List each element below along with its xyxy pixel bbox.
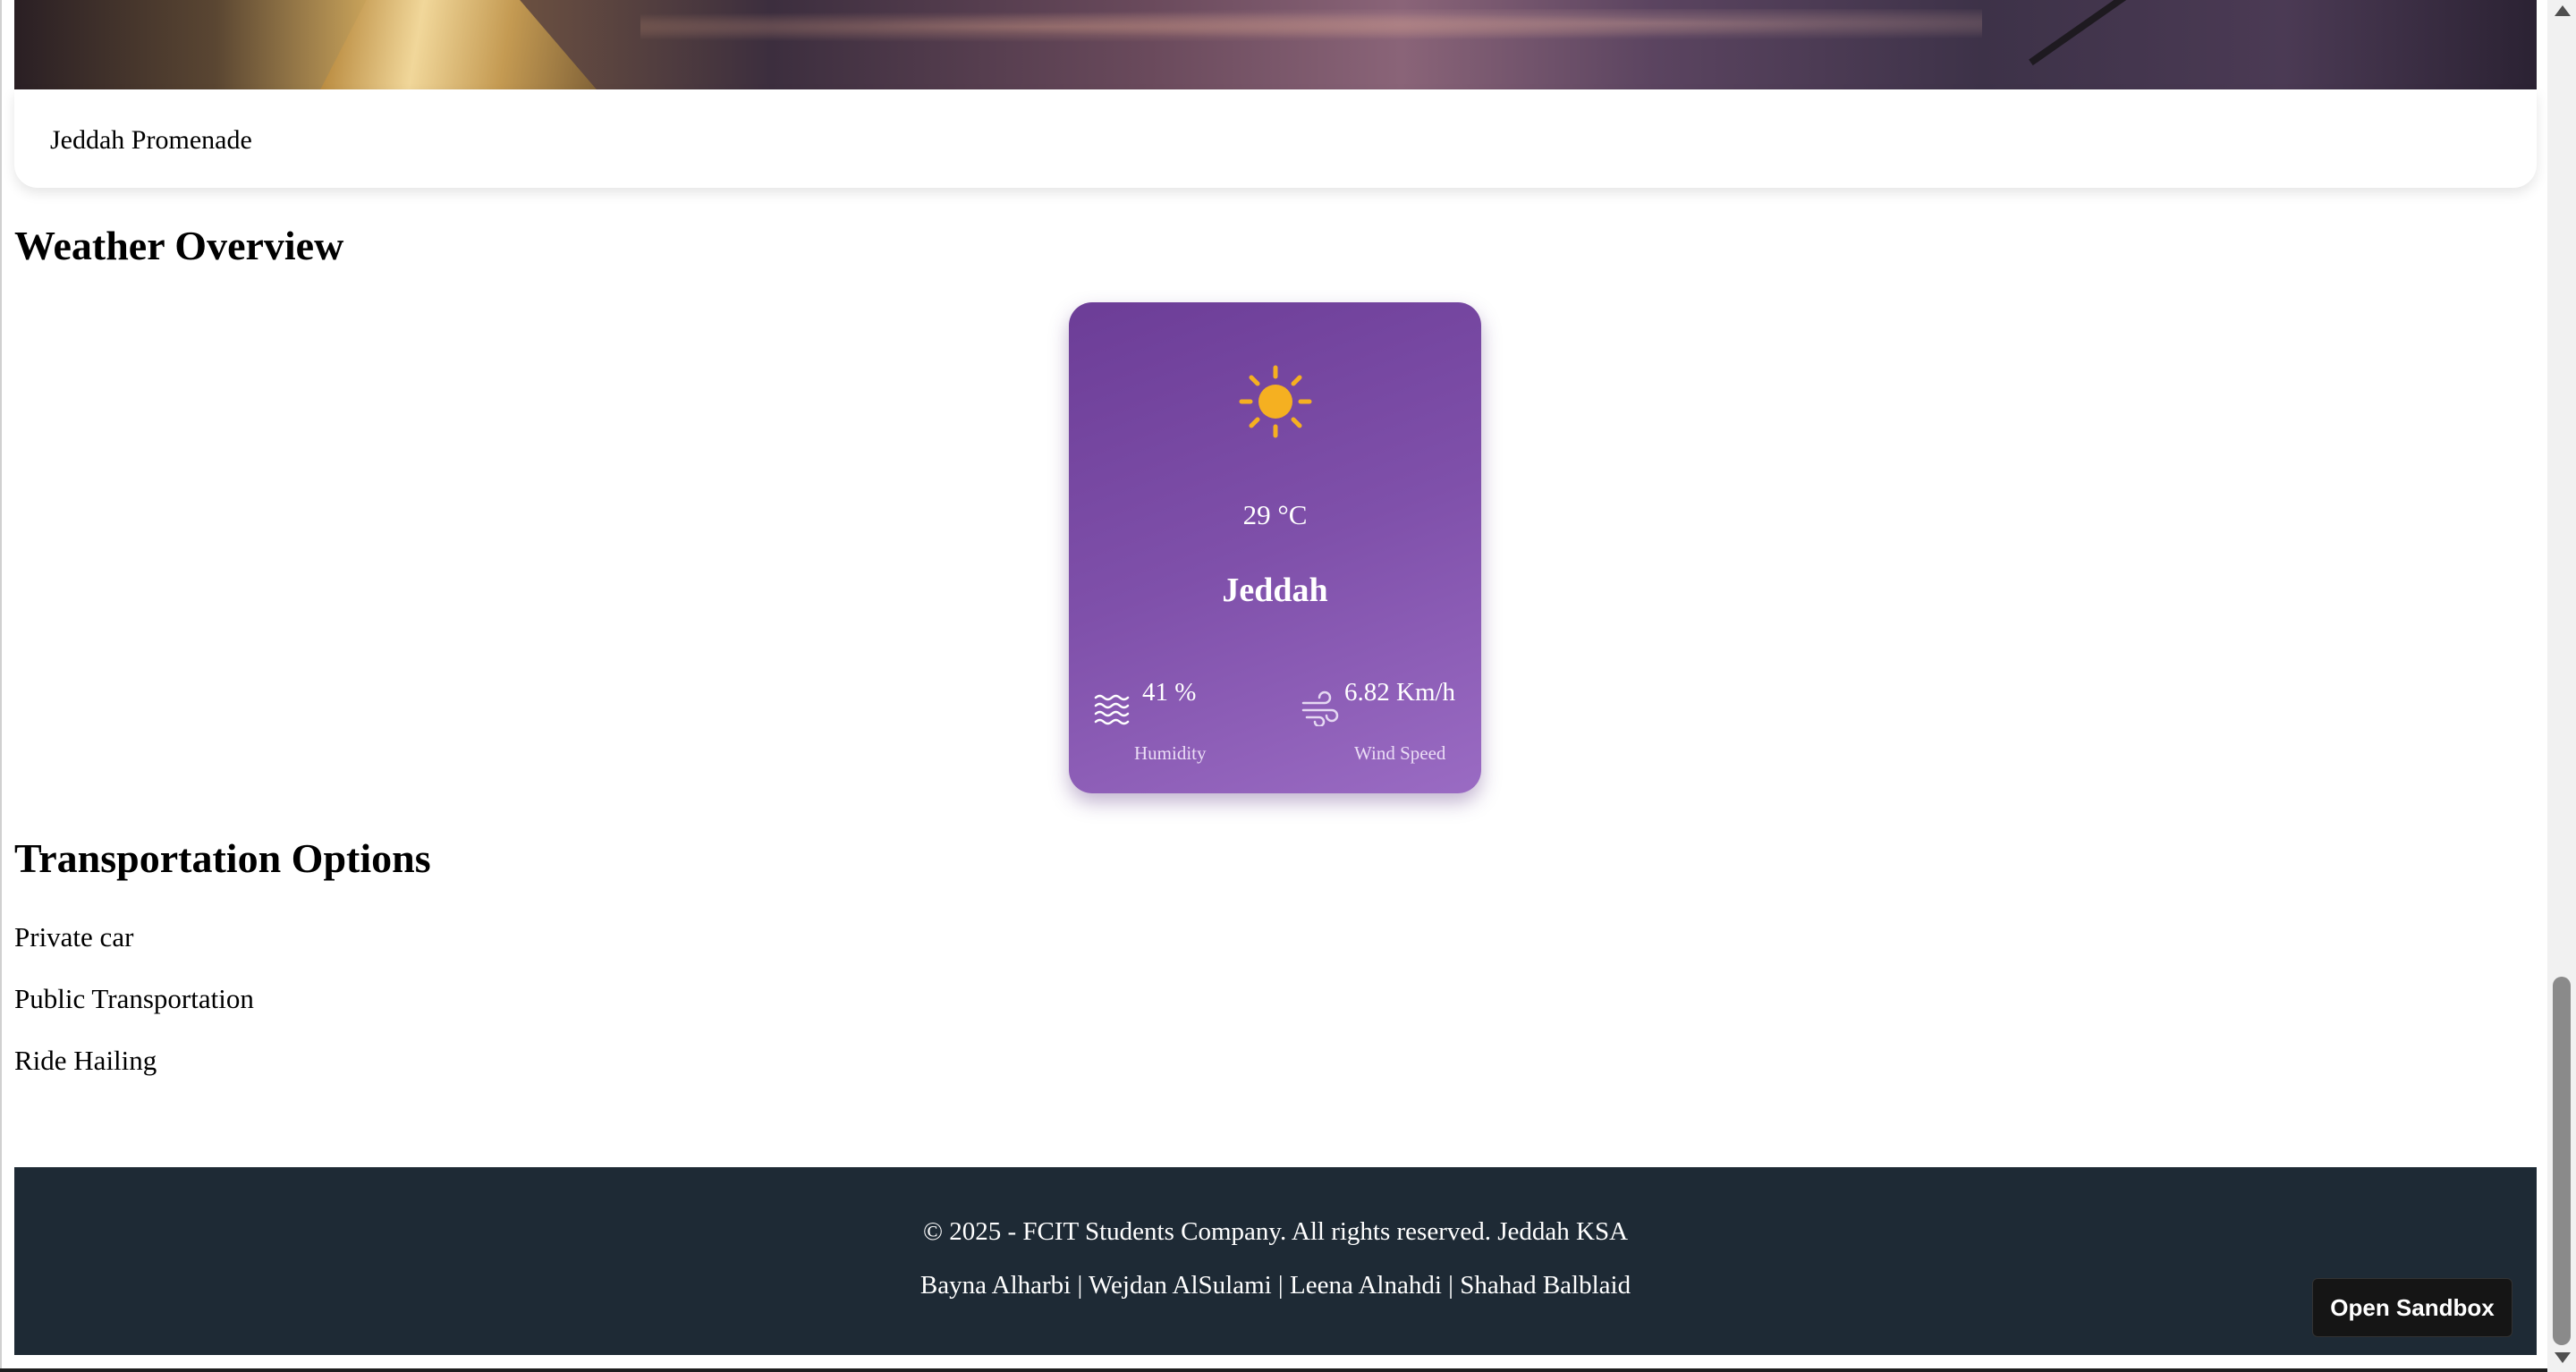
open-sandbox-button[interactable]: Open Sandbox (2312, 1278, 2512, 1337)
wind-icon (1301, 690, 1339, 726)
humidity-waves-icon (1094, 694, 1130, 725)
footer-copyright: © 2025 - FCIT Students Company. All righ… (922, 1217, 1629, 1246)
footer-authors: Bayna Alharbi | Wejdan AlSulami | Leena … (919, 1271, 1631, 1300)
scroll-down-arrow-icon[interactable] (2555, 1352, 2571, 1363)
weather-card: 29 °C Jeddah 41 % Humidity 6.82 Km/h Win… (1069, 302, 1481, 793)
temperature-value: 29 °C (1242, 499, 1308, 530)
scroll-up-arrow-icon[interactable] (2555, 5, 2571, 16)
page-footer: © 2025 - FCIT Students Company. All righ… (14, 1167, 2537, 1355)
humidity-label: Humidity (1134, 742, 1207, 764)
transport-option: Private car (14, 921, 134, 953)
attraction-image (14, 0, 2537, 89)
humidity-value: 41 % (1142, 678, 1197, 707)
viewport-edge (0, 0, 2, 1372)
sun-icon (1239, 365, 1312, 438)
attraction-card[interactable]: Jeddah Promenade (14, 89, 2537, 188)
wind-speed-value: 6.82 Km/h (1344, 678, 1456, 707)
transport-option: Ride Hailing (14, 1045, 157, 1076)
viewport-bottom-edge (0, 1368, 2547, 1372)
transport-heading: Transportation Options (14, 835, 431, 881)
attraction-caption: Jeddah Promenade (50, 125, 252, 155)
transport-option: Public Transportation (14, 983, 254, 1014)
crane-shape (2029, 0, 2150, 66)
tower-shape (311, 0, 612, 89)
weather-heading: Weather Overview (14, 223, 344, 268)
scrollbar-thumb[interactable] (2553, 977, 2571, 1345)
city-name: Jeddah (1222, 572, 1328, 609)
vertical-scrollbar[interactable] (2547, 0, 2576, 1372)
sky-clouds (640, 9, 1982, 45)
wind-speed-label: Wind Speed (1354, 742, 1446, 764)
